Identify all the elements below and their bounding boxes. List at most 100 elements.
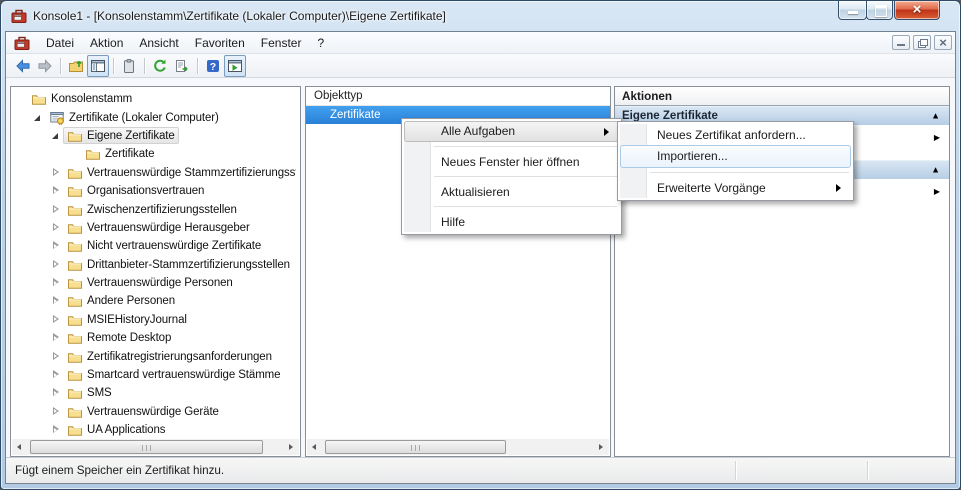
context-menu-item[interactable] bbox=[404, 202, 619, 211]
tree-item[interactable]: Zertifikatregistrierungsanforderungen bbox=[11, 347, 300, 365]
list-column-header[interactable]: Objekttyp bbox=[306, 87, 610, 106]
expander-icon[interactable] bbox=[49, 313, 63, 327]
expander-icon[interactable] bbox=[49, 221, 63, 235]
tree-item[interactable]: Remote Desktop bbox=[11, 329, 300, 347]
tree-item-box[interactable]: Konsolenstamm bbox=[27, 91, 136, 108]
scroll-right-arrow-icon[interactable] bbox=[283, 439, 299, 455]
child-restore-button[interactable] bbox=[913, 35, 931, 50]
export-list-button[interactable] bbox=[171, 55, 193, 77]
tree-item[interactable]: Vertrauenswürdige Herausgeber bbox=[11, 219, 300, 237]
tree-item[interactable]: MSIEHistoryJournal bbox=[11, 311, 300, 329]
tree-item-box[interactable]: Zertifikate (Lokaler Computer) bbox=[45, 109, 223, 126]
context-menu-item[interactable]: Alle Aufgaben bbox=[404, 121, 619, 142]
expander-icon[interactable] bbox=[49, 129, 63, 143]
submenu-item[interactable] bbox=[620, 168, 851, 177]
maximize-button[interactable] bbox=[866, 1, 893, 20]
tree-item[interactable]: Andere Personen bbox=[11, 292, 300, 310]
expander-icon[interactable] bbox=[49, 258, 63, 272]
tree-item-box[interactable]: Zwischenzertifizierungsstellen bbox=[63, 201, 241, 218]
tree-item[interactable]: UA Applications bbox=[11, 421, 300, 439]
expander-icon[interactable] bbox=[49, 239, 63, 253]
tree-item-box[interactable]: Vertrauenswürdige Stammzertifizierungsst… bbox=[63, 164, 300, 181]
context-menu-item[interactable] bbox=[404, 142, 619, 151]
tree-item[interactable]: Zertifikate bbox=[11, 145, 300, 163]
list-horizontal-scrollbar[interactable] bbox=[307, 439, 609, 455]
tree-item[interactable]: SMS bbox=[11, 384, 300, 402]
tree-item[interactable]: Zertifikate (Lokaler Computer) bbox=[11, 108, 300, 126]
tree-item-box[interactable]: Andere Personen bbox=[63, 293, 179, 310]
scroll-right-arrow-icon[interactable] bbox=[593, 439, 609, 455]
context-menu-item[interactable]: Neues Fenster hier öffnen bbox=[404, 151, 619, 172]
tree-item-box[interactable]: Vertrauenswürdige Geräte bbox=[63, 403, 223, 420]
expander-icon[interactable] bbox=[49, 368, 63, 382]
expander-icon[interactable] bbox=[31, 111, 45, 125]
tree-item[interactable]: Vertrauenswürdige Geräte bbox=[11, 403, 300, 421]
expander-icon[interactable] bbox=[49, 184, 63, 198]
child-close-button[interactable] bbox=[934, 35, 952, 50]
show-action-pane-button[interactable] bbox=[224, 55, 246, 77]
submenu-item[interactable]: Importieren... bbox=[620, 145, 851, 168]
tree-item-box[interactable]: Smartcard vertrauenswürdige Stämme bbox=[63, 367, 284, 384]
child-minimize-button[interactable] bbox=[892, 35, 910, 50]
menubar-item[interactable]: ? bbox=[309, 32, 332, 54]
expander-icon[interactable] bbox=[49, 294, 63, 308]
tree-item[interactable]: Vertrauenswürdige Stammzertifizierungsst… bbox=[11, 164, 300, 182]
action-glyph-icon[interactable]: ▲ bbox=[931, 107, 940, 126]
tree-item-box[interactable]: Vertrauenswürdige Personen bbox=[63, 275, 237, 292]
tree-item-box[interactable]: Drittanbieter-Stammzertifizierungsstelle… bbox=[63, 256, 294, 273]
context-menu-item[interactable] bbox=[404, 172, 619, 181]
tree-item-box[interactable]: Zertifikatregistrierungsanforderungen bbox=[63, 348, 276, 365]
menubar-item[interactable]: Favoriten bbox=[187, 32, 253, 54]
tree-item-box[interactable]: Zertifikate bbox=[81, 146, 158, 163]
context-menu-item[interactable]: Aktualisieren bbox=[404, 181, 619, 202]
show-console-tree-button[interactable] bbox=[87, 55, 109, 77]
tree-item[interactable]: Zwischenzertifizierungsstellen bbox=[11, 200, 300, 218]
tree-item[interactable]: Nicht vertrauenswürdige Zertifikate bbox=[11, 237, 300, 255]
menubar-item[interactable]: Aktion bbox=[82, 32, 131, 54]
tree-item-box[interactable]: Organisationsvertrauen bbox=[63, 183, 208, 200]
tree-item-box[interactable]: Remote Desktop bbox=[63, 330, 175, 347]
expander-icon[interactable] bbox=[49, 350, 63, 364]
tree-item[interactable]: Eigene Zertifikate bbox=[11, 127, 300, 145]
menubar-item[interactable]: Fenster bbox=[253, 32, 310, 54]
minimize-button[interactable] bbox=[838, 1, 867, 20]
expander-icon[interactable] bbox=[49, 203, 63, 217]
expander-icon[interactable] bbox=[49, 386, 63, 400]
expander-icon[interactable] bbox=[49, 166, 63, 180]
context-menu-item[interactable]: Hilfe bbox=[404, 211, 619, 232]
scrollbar-thumb[interactable] bbox=[325, 440, 506, 454]
tree-item-box[interactable]: Eigene Zertifikate bbox=[63, 127, 179, 144]
expander-icon[interactable] bbox=[49, 423, 63, 437]
up-one-level-button[interactable] bbox=[65, 55, 87, 77]
close-button[interactable] bbox=[894, 1, 940, 20]
tree-item-box[interactable]: Vertrauenswürdige Herausgeber bbox=[63, 219, 254, 236]
action-glyph-icon[interactable]: ▲ bbox=[931, 161, 940, 180]
menubar-item[interactable]: Ansicht bbox=[131, 32, 186, 54]
tree-item[interactable]: Smartcard vertrauenswürdige Stämme bbox=[11, 366, 300, 384]
action-glyph-icon[interactable]: ▶ bbox=[934, 125, 940, 151]
forward-button[interactable] bbox=[34, 55, 56, 77]
tree-item[interactable]: Vertrauenswürdige Personen bbox=[11, 274, 300, 292]
action-glyph-icon[interactable]: ▶ bbox=[934, 179, 940, 205]
properties-button[interactable] bbox=[118, 55, 140, 77]
expander-icon[interactable] bbox=[13, 92, 27, 106]
tree-item[interactable]: Organisationsvertrauen bbox=[11, 182, 300, 200]
back-button[interactable] bbox=[12, 55, 34, 77]
expander-icon[interactable] bbox=[49, 331, 63, 345]
scroll-left-arrow-icon[interactable] bbox=[12, 439, 28, 455]
expander-icon[interactable] bbox=[49, 405, 63, 419]
tree-item[interactable]: Drittanbieter-Stammzertifizierungsstelle… bbox=[11, 256, 300, 274]
menubar-item[interactable]: Datei bbox=[38, 32, 82, 54]
help-button[interactable]: ? bbox=[202, 55, 224, 77]
expander-icon[interactable] bbox=[67, 147, 81, 161]
tree-item-box[interactable]: SMS bbox=[63, 385, 116, 402]
tree-item-box[interactable]: Nicht vertrauenswürdige Zertifikate bbox=[63, 238, 265, 255]
scrollbar-thumb[interactable] bbox=[30, 440, 263, 454]
tree-item-box[interactable]: MSIEHistoryJournal bbox=[63, 311, 191, 328]
submenu-item[interactable]: Neues Zertifikat anfordern... bbox=[620, 124, 851, 145]
submenu-item[interactable]: Erweiterte Vorgänge bbox=[620, 177, 851, 198]
tree-horizontal-scrollbar[interactable] bbox=[12, 439, 299, 455]
refresh-button[interactable] bbox=[149, 55, 171, 77]
tree-item-box[interactable]: UA Applications bbox=[63, 422, 169, 439]
expander-icon[interactable] bbox=[49, 276, 63, 290]
